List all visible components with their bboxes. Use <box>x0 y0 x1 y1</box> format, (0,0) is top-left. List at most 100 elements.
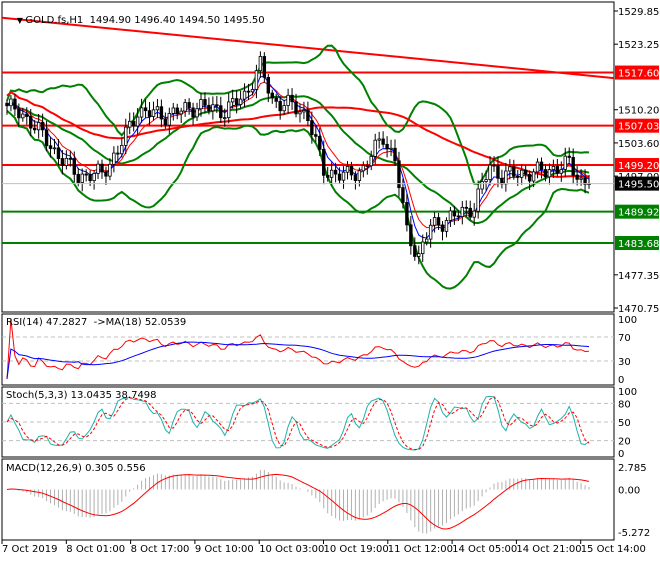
candle-body <box>96 163 100 174</box>
candle-body <box>48 145 53 149</box>
candle-body <box>298 111 302 115</box>
candle-body <box>325 174 330 178</box>
candle-body <box>151 109 156 117</box>
candle-body <box>286 94 290 106</box>
candle-body <box>167 113 172 126</box>
candle-body <box>492 164 496 167</box>
chart-canvas[interactable]: 1529.851523.251510.201503.601497.001477.… <box>0 0 660 560</box>
candle-body <box>409 224 413 247</box>
candle-body <box>278 100 282 112</box>
candle-body <box>29 116 33 129</box>
time-axis-label: 11 Oct 12:00 <box>388 544 453 555</box>
candle-body <box>523 169 528 175</box>
candle-body <box>314 134 318 137</box>
candle-body <box>306 110 310 121</box>
time-axis-label: 10 Oct 03:00 <box>259 544 324 555</box>
candle-body <box>175 107 179 115</box>
candle-body <box>227 101 231 119</box>
candle-body <box>401 187 405 203</box>
macd-tick-label: 2.785 <box>618 463 647 474</box>
candle-body <box>504 170 508 185</box>
candle-body <box>329 169 334 178</box>
candle-body <box>567 155 571 158</box>
candle-body <box>452 210 457 217</box>
candle-body <box>68 157 73 160</box>
candle-body <box>266 76 271 94</box>
candle-body <box>579 177 583 180</box>
candle-body <box>472 210 476 218</box>
candle-body <box>100 163 104 173</box>
candle-body <box>274 97 278 102</box>
candle-body <box>436 217 441 226</box>
candle-body <box>139 107 144 118</box>
rsi-tick-label: 30 <box>618 357 631 368</box>
candle-body <box>559 168 564 174</box>
candle-body <box>155 106 160 111</box>
candle-body <box>428 224 433 240</box>
candle-body <box>112 152 116 165</box>
candle-body <box>527 173 532 182</box>
candle-body <box>555 166 560 174</box>
candle-body <box>254 70 259 90</box>
candle-body <box>108 163 112 177</box>
candle-body <box>40 122 45 131</box>
candle-body <box>159 106 164 120</box>
macd-label: MACD(12,26,9) 0.305 0.556 <box>6 463 146 474</box>
candle-body <box>535 161 540 173</box>
candle-body <box>294 101 298 115</box>
candle-body <box>230 98 235 103</box>
candle-body <box>17 108 21 119</box>
price-tick-label: 1503.60 <box>618 139 659 150</box>
candle-body <box>476 188 480 212</box>
open-value: 1494.90 <box>89 15 132 26</box>
candle-body <box>143 107 148 112</box>
candle-body <box>163 118 168 126</box>
candle-body <box>9 98 13 107</box>
candle-body <box>484 179 488 182</box>
candle-body <box>512 166 516 177</box>
candle-body <box>345 165 350 173</box>
candle-body <box>262 56 267 78</box>
price-tick-label: 1470.75 <box>618 304 659 315</box>
candle-body <box>25 113 29 117</box>
candle-body <box>310 120 314 136</box>
macd-tick-label: -5.272 <box>618 528 650 539</box>
candle-body <box>381 138 385 145</box>
candle-body <box>171 107 175 114</box>
candle-body <box>84 173 88 176</box>
candle-body <box>238 98 243 105</box>
candle-body <box>432 217 437 226</box>
time-axis-label: 10 Oct 19:00 <box>324 544 389 555</box>
candle-body <box>13 98 17 110</box>
candle-body <box>353 174 358 181</box>
candle-body <box>341 171 346 181</box>
trading-chart-window: 1529.851523.251510.201503.601497.001477.… <box>0 0 660 560</box>
candle-body <box>179 110 183 115</box>
stoch-tick-label: 80 <box>618 399 631 410</box>
candle-body <box>365 165 369 167</box>
candle-body <box>531 171 536 182</box>
candle-body <box>36 122 41 131</box>
time-axis-label: 14 Oct 21:00 <box>516 544 581 555</box>
candle-body <box>539 161 544 170</box>
candle-body <box>88 174 92 181</box>
candle-body <box>563 155 567 170</box>
candle-body <box>440 224 445 232</box>
candle-body <box>5 102 9 107</box>
candle-body <box>72 158 76 175</box>
candle-body <box>207 104 211 112</box>
candle-body <box>421 241 425 255</box>
time-axis-label: 9 Oct 10:00 <box>195 544 254 555</box>
candle-body <box>52 147 57 150</box>
candle-body <box>135 116 140 127</box>
candle-body <box>377 138 381 141</box>
candle-body <box>64 157 69 166</box>
candle-body <box>128 120 132 128</box>
candle-body <box>199 99 203 110</box>
candle-body <box>195 108 199 118</box>
candle-body <box>80 173 84 183</box>
candle-body <box>349 165 354 176</box>
candle-body <box>282 105 286 112</box>
current-price-label: 1495.50 <box>618 180 659 191</box>
candle-body <box>131 120 136 127</box>
